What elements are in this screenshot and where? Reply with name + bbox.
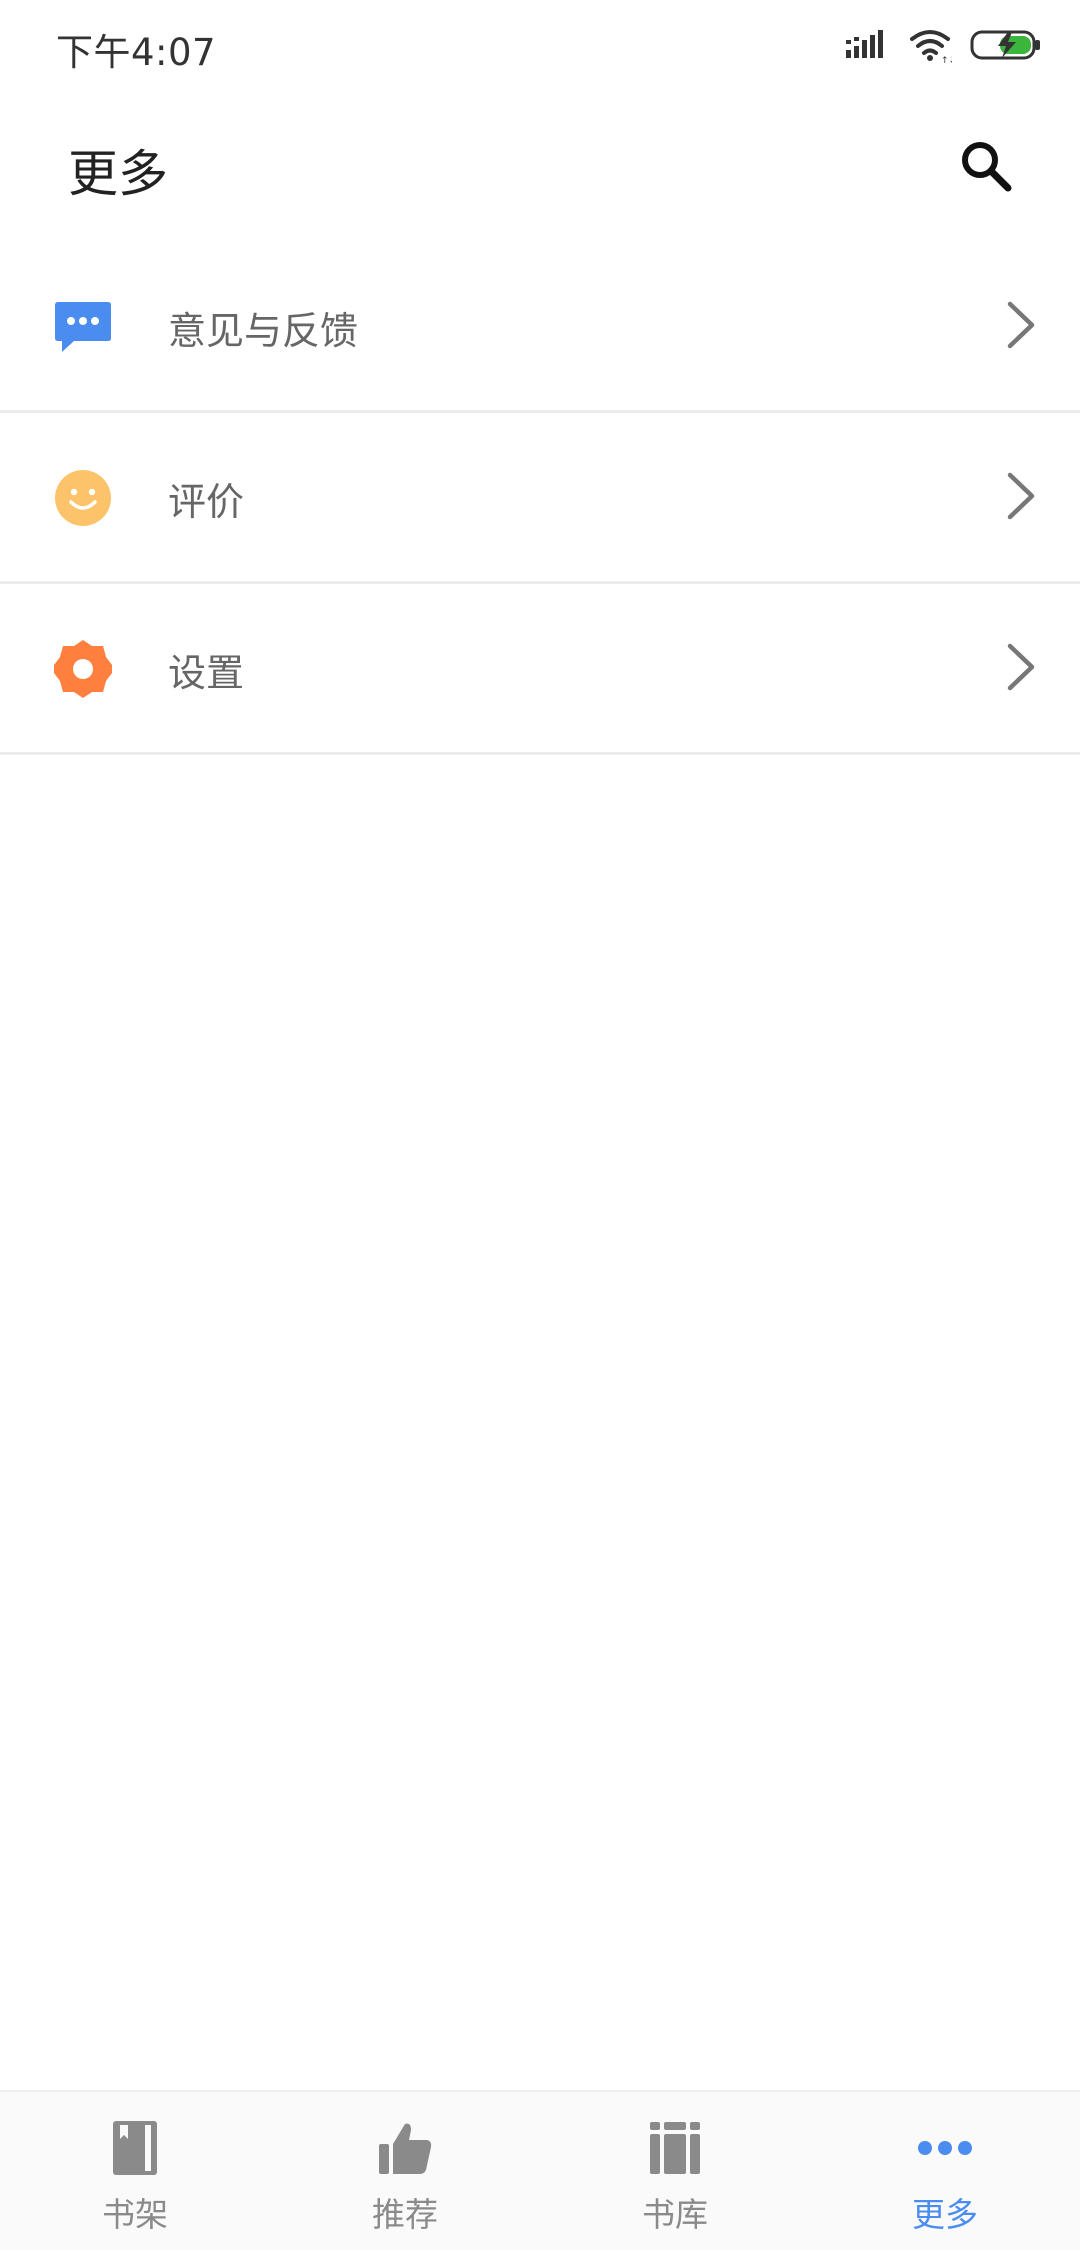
menu-item-label: 评价 [168, 480, 245, 524]
status-bar: 下午4:07 ↑↓ [0, 0, 1080, 92]
menu-list: 意见与反馈 评价 设置 [0, 242, 1080, 755]
menu-item-rate[interactable]: 评价 [0, 413, 1080, 584]
menu-item-feedback[interactable]: 意见与反馈 [0, 242, 1080, 413]
search-icon [962, 142, 1012, 192]
menu-item-label: 意见与反馈 [168, 309, 359, 353]
chevron-right-icon [1007, 472, 1035, 520]
chevron-right-icon [1007, 301, 1035, 349]
tab-label: 书库 [642, 2195, 708, 2234]
tab-bookshelf[interactable]: 书架 [0, 2092, 270, 2250]
more-dots-icon [913, 2118, 977, 2178]
gear-icon [52, 638, 114, 700]
thumbs-up-icon [373, 2118, 437, 2178]
tab-label: 推荐 [372, 2195, 438, 2234]
svg-text:↑↓: ↑↓ [941, 56, 952, 63]
smiley-icon [52, 467, 114, 529]
status-icons: ↑↓ [846, 24, 1042, 66]
signal-icon [846, 30, 883, 58]
menu-item-settings[interactable]: 设置 [0, 584, 1080, 755]
app-header: 更多 [0, 92, 1080, 242]
tab-recommend[interactable]: 推荐 [270, 2092, 540, 2250]
tab-label: 书架 [102, 2195, 168, 2234]
tab-more[interactable]: 更多 [810, 2092, 1080, 2250]
search-button[interactable] [954, 134, 1018, 198]
tab-label: 更多 [912, 2195, 978, 2234]
bookshelf-icon [103, 2118, 167, 2178]
page-title: 更多 [68, 145, 168, 203]
tab-library[interactable]: 书库 [540, 2092, 810, 2250]
menu-item-label: 设置 [168, 651, 245, 695]
wifi-icon: ↑↓ [910, 30, 952, 63]
status-time: 下午4:07 [56, 31, 217, 74]
library-icon [643, 2118, 707, 2178]
chevron-right-icon [1007, 643, 1035, 691]
battery-charging-icon [970, 30, 1040, 60]
feedback-chat-icon [52, 296, 114, 358]
bottom-tab-bar: 书架 推荐 书库 更多 [0, 2090, 1080, 2250]
